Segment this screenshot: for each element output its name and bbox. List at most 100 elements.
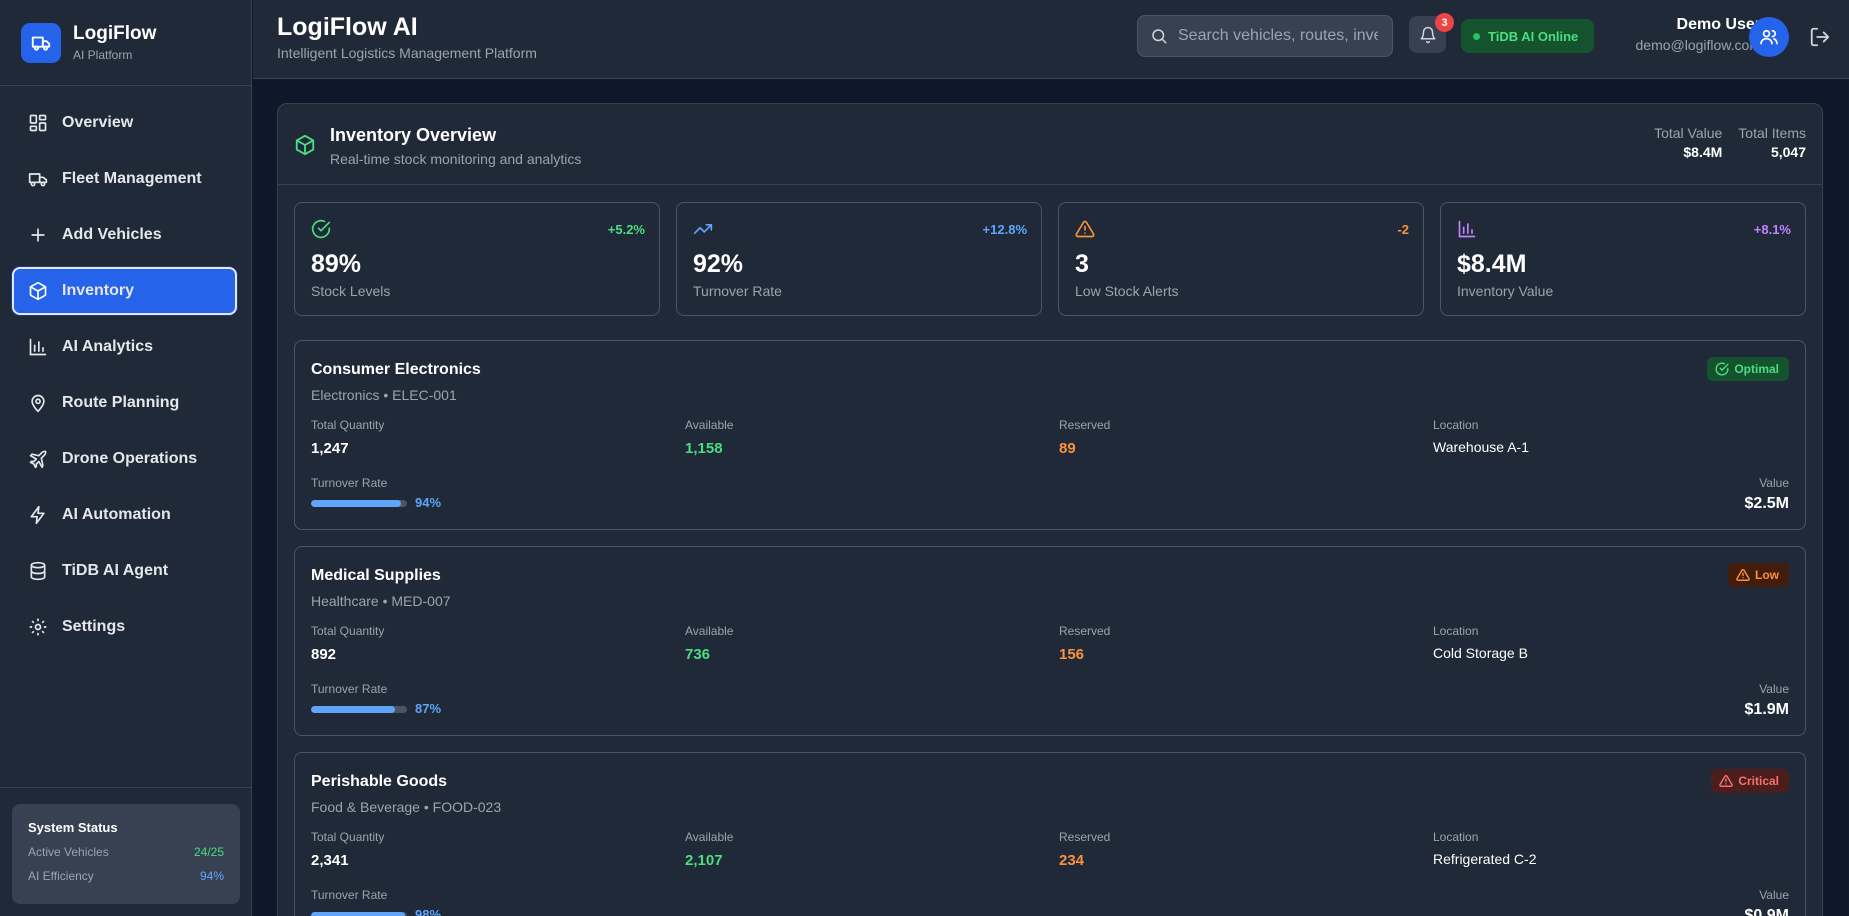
field-label: Available — [685, 830, 734, 844]
item-value: $2.5M — [1744, 495, 1789, 512]
sidebar-item-fleet-management[interactable]: Fleet Management — [12, 155, 237, 203]
panel-header: Inventory Overview Real-time stock monit… — [278, 104, 1822, 185]
field-value: 2,107 — [685, 852, 723, 869]
system-status-title: System Status — [28, 820, 118, 835]
status-value: 94% — [199, 869, 224, 883]
field-value: 736 — [685, 646, 711, 663]
field-label: Available — [685, 624, 734, 638]
field-available: Available 2,107 — [685, 830, 733, 869]
status-badge: Optimal — [1707, 357, 1789, 381]
field-value: 892 — [311, 646, 337, 663]
page-scrollbar[interactable] — [1843, 79, 1849, 916]
panel-subtitle: Real-time stock monitoring and analytics — [330, 151, 582, 167]
sidebar-item-ai-analytics[interactable]: AI Analytics — [12, 323, 237, 371]
page-subtitle: Intelligent Logistics Management Platfor… — [277, 45, 537, 61]
bar-chart-icon — [29, 338, 47, 356]
users-icon — [1760, 29, 1778, 45]
field-value: Cold Storage B — [1433, 645, 1528, 661]
truck-icon — [21, 22, 61, 63]
status-badge: Low — [1728, 563, 1789, 587]
field-value: 89 — [1059, 440, 1076, 457]
turnover-progress-fill — [311, 706, 395, 713]
metric-value: $8.4M — [1457, 250, 1527, 278]
logout-icon[interactable] — [1809, 26, 1831, 48]
sidebar-item-settings[interactable]: Settings — [12, 603, 237, 651]
alert-triangle-icon — [1075, 220, 1095, 238]
sidebar-item-label: Drone Operations — [62, 450, 198, 467]
field-label: Location — [1433, 624, 1479, 638]
search-input[interactable] — [1178, 27, 1378, 45]
list-item[interactable]: Perishable Goods Food & Beverage • FOOD-… — [294, 752, 1806, 916]
item-name: Consumer Electronics — [311, 361, 481, 378]
truck-icon — [28, 173, 48, 187]
metric-card-turnover-rate: +12.8% 92% Turnover Rate — [676, 202, 1042, 316]
list-item[interactable]: Consumer Electronics Electronics • ELEC-… — [294, 340, 1806, 530]
user-email: demo@logiflow.com — [1635, 37, 1762, 53]
notification-count-badge: 3 — [1435, 13, 1454, 32]
sidebar-item-drone-operations[interactable]: Drone Operations — [12, 435, 237, 483]
search-icon — [1152, 29, 1167, 44]
sidebar-item-overview[interactable]: Overview — [12, 99, 237, 147]
field-value: 1,247 — [311, 440, 349, 457]
turnover-percent: 98% — [415, 907, 442, 916]
field-value: 2,341 — [311, 852, 349, 869]
inventory-panel: Inventory Overview Real-time stock monit… — [277, 103, 1823, 916]
search-box[interactable] — [1137, 15, 1393, 57]
metric-value: 92% — [693, 250, 744, 278]
check-circle-icon — [311, 219, 331, 239]
total-value: 5,047 — [1770, 144, 1806, 160]
zap-icon — [30, 505, 45, 525]
sidebar-item-add-vehicles[interactable]: Add Vehicles — [12, 211, 237, 259]
sidebar-item-label: Overview — [62, 114, 134, 131]
sidebar-item-route-planning[interactable]: Route Planning — [12, 379, 237, 427]
field-label: Total Quantity — [311, 418, 385, 432]
item-name: Medical Supplies — [311, 567, 441, 584]
field-label: Reserved — [1059, 624, 1111, 638]
sidebar-item-inventory[interactable]: Inventory — [12, 267, 237, 315]
total-value-block: Total Value $8.4M — [1654, 125, 1722, 160]
notifications-button[interactable]: 3 — [1409, 13, 1454, 53]
metric-change: +5.2% — [607, 222, 645, 237]
status-value: 24/25 — [193, 845, 224, 859]
inventory-list: Consumer Electronics Electronics • ELEC-… — [294, 340, 1806, 916]
field-label: Location — [1433, 830, 1479, 844]
status-badge-label: Critical — [1738, 774, 1779, 788]
turnover-label: Turnover Rate — [311, 682, 388, 696]
map-pin-icon — [31, 394, 45, 413]
total-value: $8.4M — [1683, 144, 1723, 160]
sidebar-item-label: Settings — [62, 618, 126, 635]
trending-up-icon — [693, 224, 713, 234]
sidebar-item-ai-automation[interactable]: AI Automation — [12, 491, 237, 539]
list-item[interactable]: Medical Supplies Healthcare • MED-007 Lo… — [294, 546, 1806, 736]
item-meta: Food & Beverage • FOOD-023 — [311, 799, 502, 815]
sidebar-item-label: Fleet Management — [62, 170, 202, 187]
gear-icon — [29, 618, 47, 636]
brand[interactable]: LogiFlow AI Platform — [0, 0, 251, 86]
sidebar-item-label: Add Vehicles — [62, 226, 162, 243]
field-label: Location — [1433, 418, 1479, 432]
metric-change: +12.8% — [982, 222, 1027, 237]
total-label: Total Items — [1738, 125, 1806, 141]
sidebar: LogiFlow AI Platform Overview Fleet Mana… — [0, 0, 252, 916]
sidebar-item-label: AI Automation — [62, 506, 171, 523]
user-name: Demo User — [1676, 16, 1761, 33]
avatar[interactable] — [1749, 17, 1789, 57]
brand-title: LogiFlow — [73, 23, 157, 44]
field-location: Location Warehouse A-1 — [1433, 418, 1529, 455]
metrics-row: +5.2% 89% Stock Levels +12.8% 92% Turnov… — [294, 202, 1806, 316]
metric-card-inventory-value: +8.1% $8.4M Inventory Value — [1440, 202, 1806, 316]
status-label: AI Efficiency — [28, 869, 94, 883]
item-name: Perishable Goods — [311, 773, 448, 790]
sidebar-item-label: AI Analytics — [62, 338, 153, 355]
sidebar-item-tidb-ai-agent[interactable]: TiDB AI Agent — [12, 547, 237, 595]
turnover-label: Turnover Rate — [311, 888, 388, 902]
metric-label: Inventory Value — [1457, 283, 1554, 299]
system-status-card: System Status Active Vehicles 24/25 AI E… — [12, 804, 240, 904]
status-badge-label: Optimal — [1734, 362, 1779, 376]
value-label: Value — [1759, 476, 1789, 490]
top-header: LogiFlow AI Intelligent Logistics Manage… — [253, 0, 1849, 79]
metric-card-low-stock-alerts: -2 3 Low Stock Alerts — [1058, 202, 1424, 316]
alert-triangle-icon — [1736, 569, 1750, 581]
field-location: Location Cold Storage B — [1433, 624, 1528, 661]
brand-subtitle: AI Platform — [73, 48, 133, 62]
